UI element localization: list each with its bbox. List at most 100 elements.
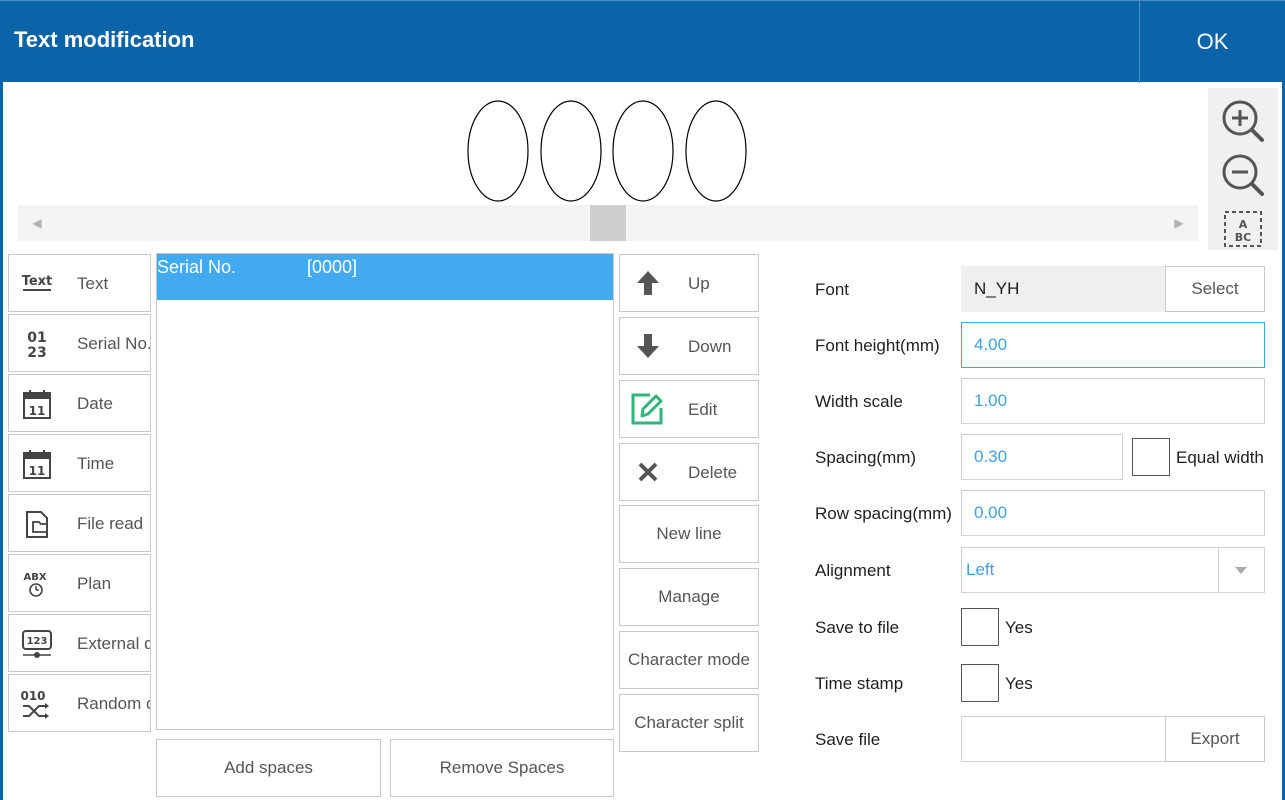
scroll-right-icon[interactable]: ▶ xyxy=(1160,205,1198,241)
type-label: Random c xyxy=(77,694,151,713)
character-mode-button[interactable]: Character mode xyxy=(619,631,759,689)
save-file-input[interactable] xyxy=(961,716,1166,762)
alignment-select[interactable]: Left xyxy=(961,547,1265,593)
spacing-input[interactable]: 0.30 xyxy=(961,434,1123,480)
equal-width-label: Equal width xyxy=(1176,448,1264,467)
svg-text:11: 11 xyxy=(29,464,46,478)
zoom-toolbar: A BC xyxy=(1208,88,1278,250)
external-data-icon: 123 xyxy=(21,628,53,660)
preview-digit xyxy=(685,100,747,202)
spacing-label: Spacing(mm) xyxy=(815,448,917,467)
save-to-file-label: Save to file xyxy=(815,618,900,637)
calendar-icon: 11 xyxy=(21,388,53,420)
type-serial-number-button[interactable]: 01 23 Serial No. xyxy=(8,314,151,372)
type-label: Time xyxy=(77,454,115,473)
type-label: Plan xyxy=(77,574,112,593)
text-icon: Text xyxy=(21,268,53,300)
type-text-button[interactable]: Text Text xyxy=(8,254,151,312)
edit-pencil-icon xyxy=(630,392,664,426)
preview-scrollbar[interactable]: ◀ ▶ xyxy=(18,205,1198,241)
time-stamp-checkbox[interactable] xyxy=(961,664,999,702)
type-random-button[interactable]: 010 Random c xyxy=(8,674,151,732)
button-label: Up xyxy=(688,274,710,293)
scroll-thumb[interactable] xyxy=(590,205,626,241)
move-down-button[interactable]: Down xyxy=(619,317,759,375)
preview-digit xyxy=(467,100,529,202)
file-folder-icon xyxy=(21,508,53,540)
list-item-value: [0000] xyxy=(307,257,358,277)
button-label: Down xyxy=(688,337,732,356)
window-title: Text modification xyxy=(14,27,195,52)
type-label: External d xyxy=(77,634,151,653)
button-label: Edit xyxy=(688,400,718,419)
scroll-left-icon[interactable]: ◀ xyxy=(18,205,56,241)
svg-text:11: 11 xyxy=(29,404,46,418)
fit-text-icon[interactable]: A BC xyxy=(1220,208,1266,250)
delete-x-icon xyxy=(634,458,662,486)
text-preview xyxy=(18,90,1198,205)
serial-number-icon: 01 23 xyxy=(21,328,53,361)
plan-clock-icon: ABX xyxy=(21,568,53,600)
list-item[interactable]: Serial No. [0000] xyxy=(157,254,613,300)
dropdown-divider xyxy=(1218,548,1219,592)
equal-width-checkbox[interactable] xyxy=(1132,438,1170,476)
row-spacing-input[interactable]: 0.00 xyxy=(961,490,1265,536)
width-scale-input[interactable]: 1.00 xyxy=(961,378,1265,424)
save-file-label: Save file xyxy=(815,730,881,749)
preview-glyphs xyxy=(467,100,747,202)
ok-button[interactable]: OK xyxy=(1140,1,1285,83)
export-button[interactable]: Export xyxy=(1165,716,1265,762)
alignment-label: Alignment xyxy=(815,561,891,580)
edit-button[interactable]: Edit xyxy=(619,380,759,438)
row-spacing-label: Row spacing(mm) xyxy=(815,504,952,523)
svg-text:Text: Text xyxy=(22,274,53,289)
random-shuffle-icon: 010 xyxy=(20,688,53,720)
type-file-read-button[interactable]: File read xyxy=(8,494,151,552)
zoom-out-icon[interactable] xyxy=(1220,152,1266,198)
zoom-in-icon[interactable] xyxy=(1220,98,1266,144)
font-select-button[interactable]: Select xyxy=(1165,266,1265,312)
list-item-name: Serial No. xyxy=(157,257,237,277)
title-bar: Text modification OK xyxy=(0,0,1285,83)
width-scale-label: Width scale xyxy=(815,392,903,411)
time-stamp-yes-label: Yes xyxy=(1005,674,1033,693)
type-time-button[interactable]: 11 Time xyxy=(8,434,151,492)
save-to-file-yes-label: Yes xyxy=(1005,618,1033,637)
window-border-left xyxy=(0,82,3,800)
arrow-down-icon xyxy=(634,332,662,360)
delete-button[interactable]: Delete xyxy=(619,443,759,501)
save-to-file-checkbox[interactable] xyxy=(961,608,999,646)
button-label: Delete xyxy=(688,463,738,482)
calendar-clock-icon: 11 xyxy=(21,448,53,480)
svg-text:ABX: ABX xyxy=(23,572,46,583)
svg-text:010: 010 xyxy=(21,689,46,703)
time-stamp-label: Time stamp xyxy=(815,674,904,693)
type-external-data-button[interactable]: 123 External d xyxy=(8,614,151,672)
alignment-value: Left xyxy=(966,560,995,579)
manage-button[interactable]: Manage xyxy=(619,568,759,626)
character-split-button[interactable]: Character split xyxy=(619,694,759,752)
font-label: Font xyxy=(815,280,850,299)
remove-spaces-button[interactable]: Remove Spaces xyxy=(390,739,614,797)
font-height-input[interactable]: 4.00 xyxy=(961,322,1265,368)
arrow-up-icon xyxy=(634,269,662,297)
svg-text:01: 01 xyxy=(27,330,46,346)
svg-text:BC: BC xyxy=(1235,231,1251,244)
svg-text:23: 23 xyxy=(27,345,46,360)
font-value: N_YH xyxy=(961,266,1166,312)
type-label: Text xyxy=(77,274,109,293)
svg-text:123: 123 xyxy=(27,636,48,647)
type-date-button[interactable]: 11 Date xyxy=(8,374,151,432)
preview-digit xyxy=(612,100,674,202)
preview-digit xyxy=(540,100,602,202)
chevron-down-icon xyxy=(1234,562,1248,576)
type-label: File read xyxy=(77,514,144,533)
add-spaces-button[interactable]: Add spaces xyxy=(156,739,381,797)
font-height-label: Font height(mm) xyxy=(815,336,940,355)
type-plan-button[interactable]: ABX Plan xyxy=(8,554,151,612)
new-line-button[interactable]: New line xyxy=(619,505,759,563)
svg-text:A: A xyxy=(1239,218,1248,231)
type-label: Date xyxy=(77,394,113,413)
move-up-button[interactable]: Up xyxy=(619,254,759,312)
content-list[interactable]: Serial No. [0000] xyxy=(156,253,614,730)
